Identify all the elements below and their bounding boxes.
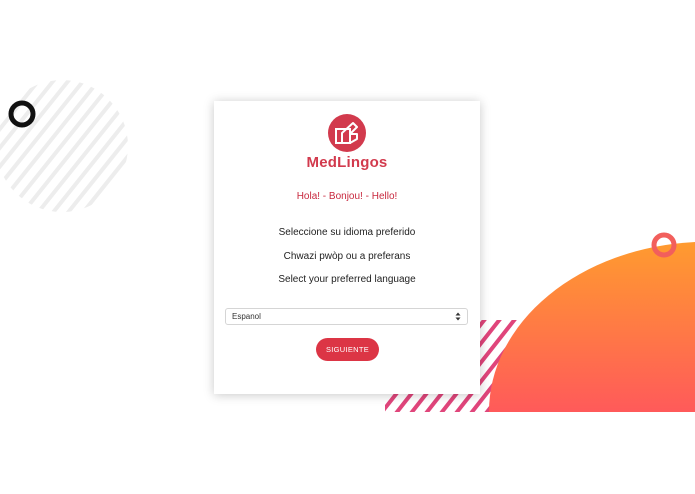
prompt-creole: Chwazi pwòp ou a preferans	[283, 251, 411, 262]
language-select-value: Espanol	[232, 312, 261, 321]
language-card: MedLingos Hola! - Bonjou! - Hello! Selec…	[214, 101, 480, 394]
next-button[interactable]: SIGUIENTE	[316, 338, 379, 361]
prompt-english: Select your preferred language	[278, 274, 416, 285]
brand-name: MedLingos	[306, 154, 388, 171]
language-select[interactable]: Espanol	[225, 308, 468, 325]
gray-stripes-decoration	[0, 80, 128, 212]
prompt-spanish: Seleccione su idioma preferido	[278, 227, 416, 238]
greeting-text: Hola! - Bonjou! - Hello!	[296, 191, 398, 202]
orange-blob-decoration	[488, 242, 695, 412]
medlingos-logo-icon	[328, 114, 366, 152]
select-arrows-icon	[455, 312, 461, 321]
